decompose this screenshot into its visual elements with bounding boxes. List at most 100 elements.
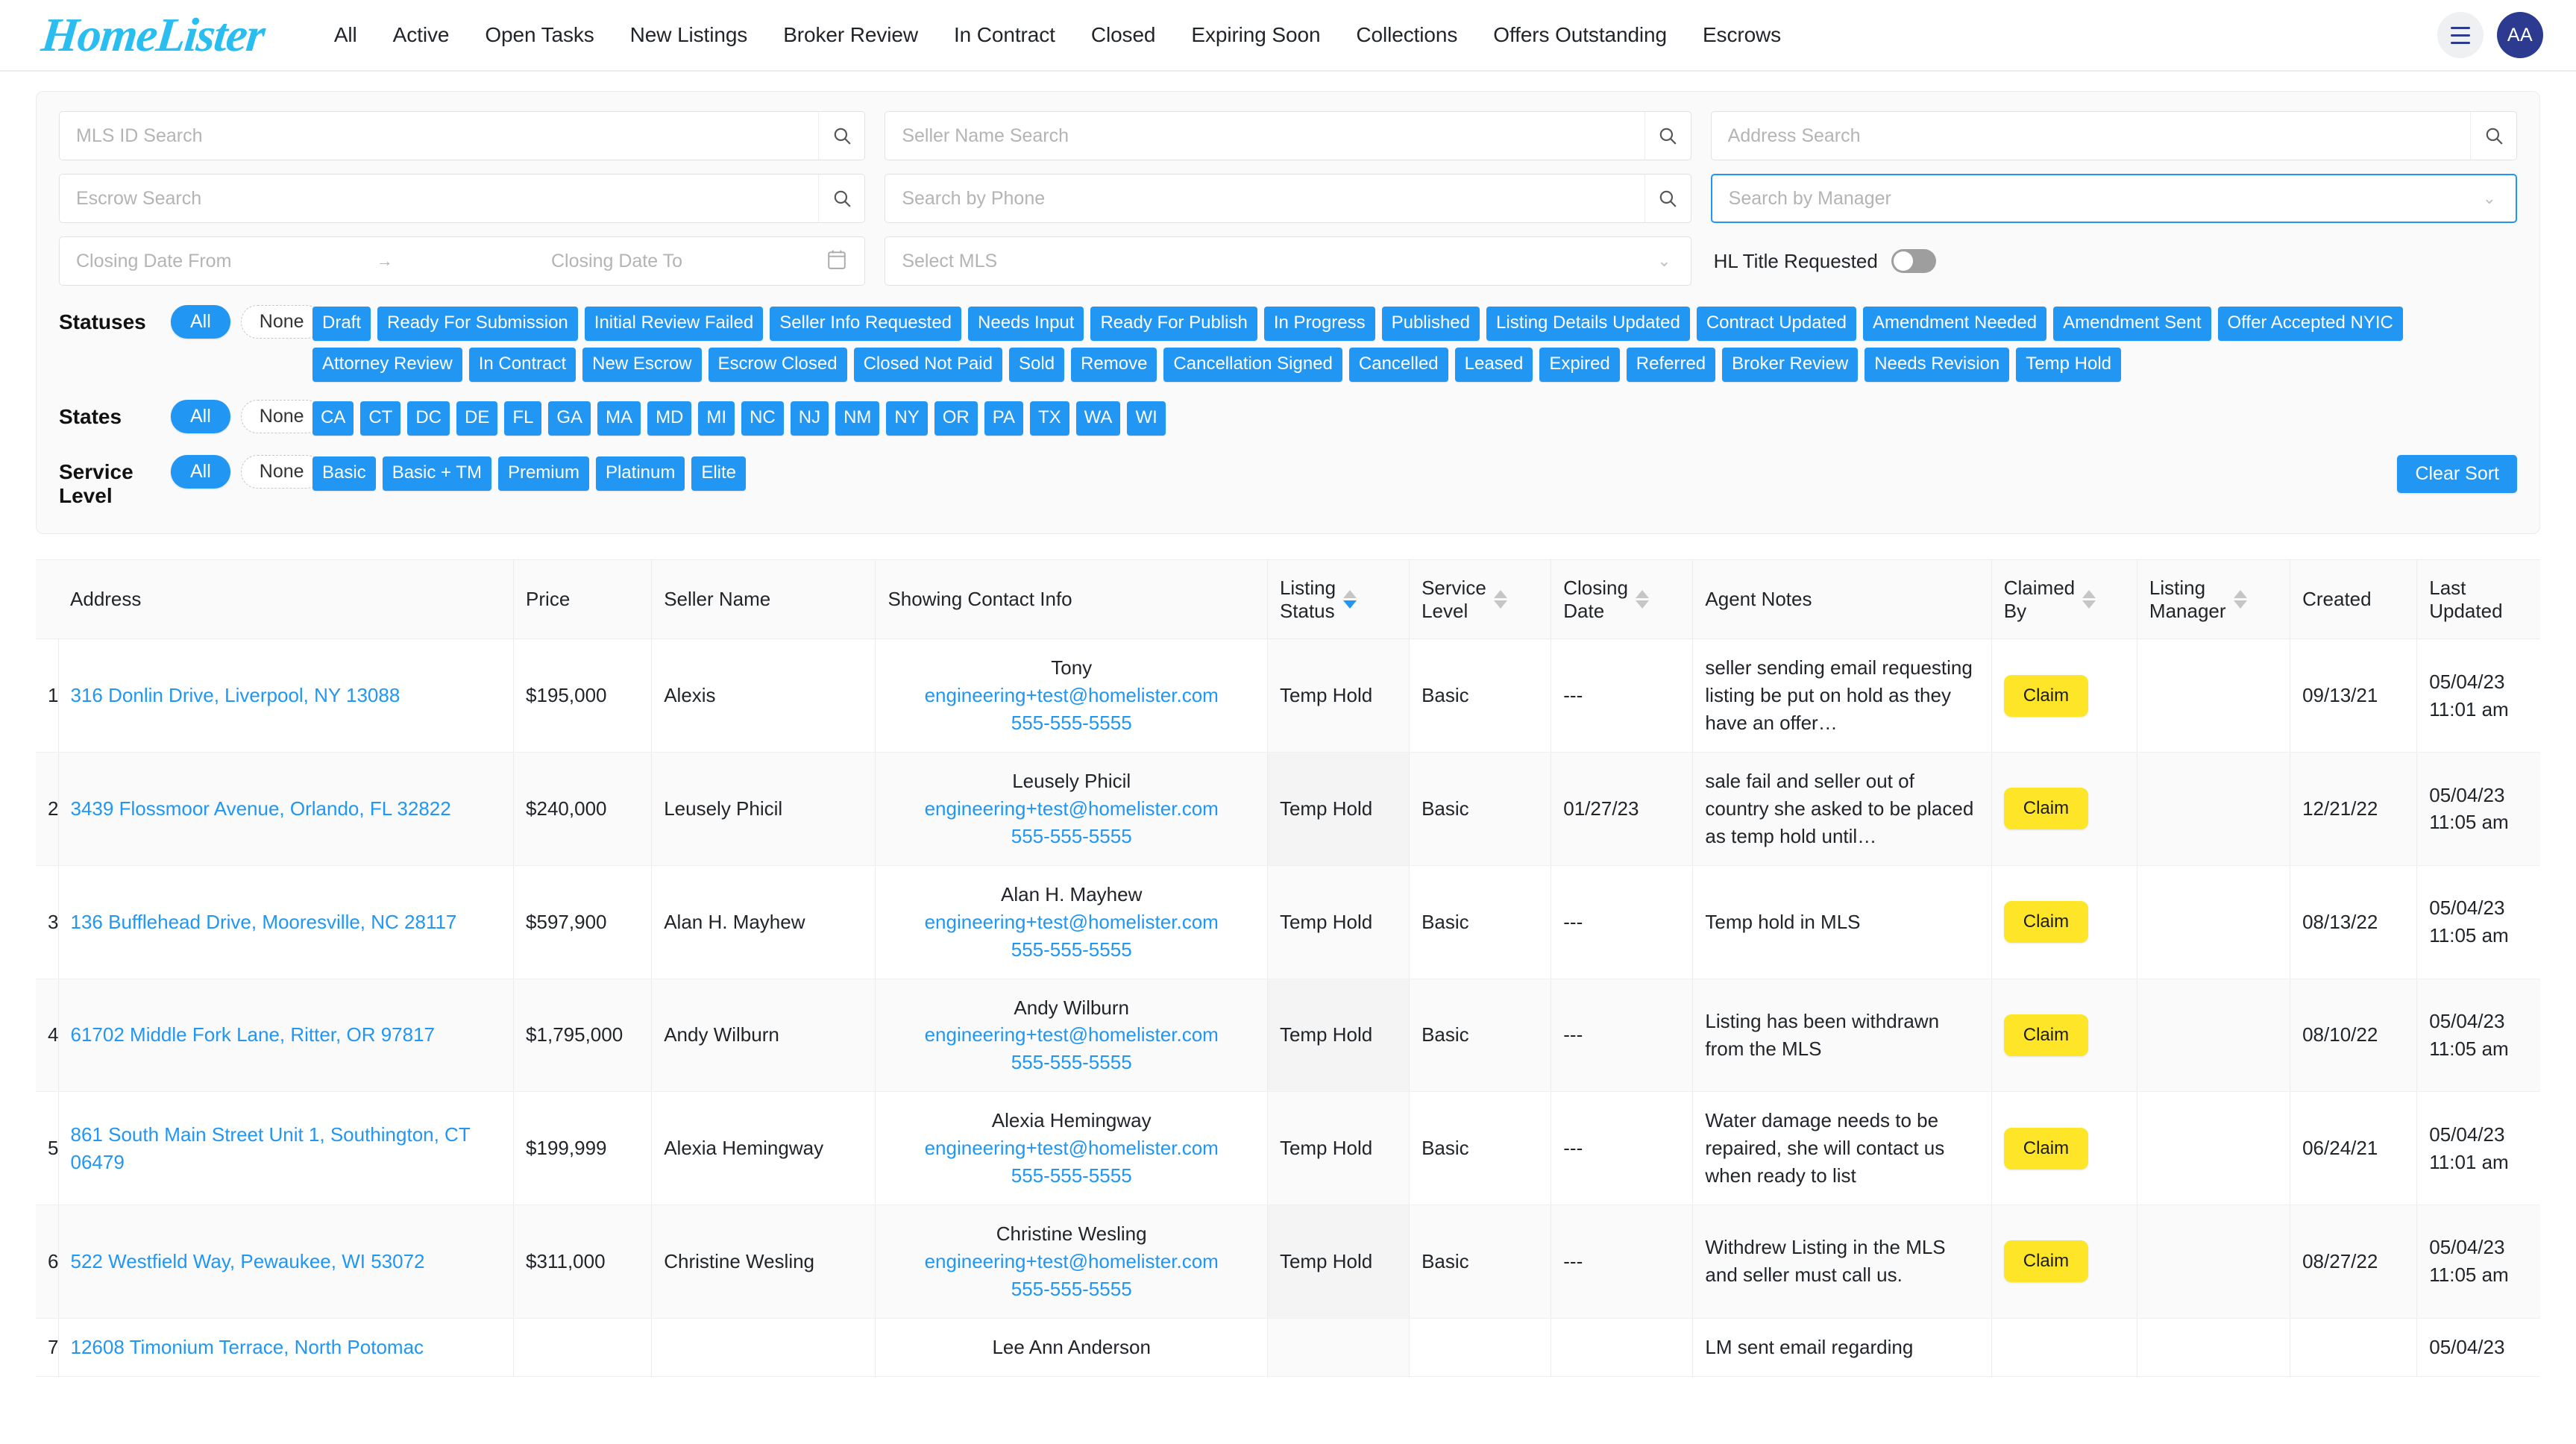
escrow-search[interactable]: Escrow Search	[59, 174, 865, 223]
sort-toggle-listing-status[interactable]	[1343, 590, 1357, 609]
sort-toggle-closing-date[interactable]	[1636, 590, 1649, 609]
status-chip-cancellation-signed[interactable]: Cancellation Signed	[1163, 348, 1342, 382]
address-cell[interactable]: 861 South Main Street Unit 1, Southingto…	[58, 1092, 514, 1205]
table-row[interactable]: 1316 Donlin Drive, Liverpool, NY 13088$1…	[36, 639, 2540, 753]
nav-item-new-listings[interactable]: New Listings	[630, 23, 748, 47]
mls-id-search[interactable]: MLS ID Search	[59, 111, 865, 160]
status-chip-sold[interactable]: Sold	[1009, 348, 1064, 382]
nav-item-offers-outstanding[interactable]: Offers Outstanding	[1493, 23, 1667, 47]
contact-phone-link[interactable]: 555-555-5555	[1011, 712, 1132, 734]
address-cell[interactable]: 136 Bufflehead Drive, Mooresville, NC 28…	[58, 865, 514, 979]
contact-phone-link[interactable]: 555-555-5555	[1011, 1051, 1132, 1073]
sort-ascending-icon[interactable]	[1636, 590, 1649, 598]
contact-email-link[interactable]: engineering+test@homelister.com	[925, 797, 1219, 820]
claim-button[interactable]: Claim	[2004, 1014, 2088, 1056]
address-link[interactable]: 316 Donlin Drive, Liverpool, NY 13088	[71, 684, 400, 706]
search-icon[interactable]	[818, 175, 864, 222]
status-chip-cancelled[interactable]: Cancelled	[1349, 348, 1448, 382]
status-chip-offer-accepted-nyic[interactable]: Offer Accepted NYIC	[2218, 307, 2403, 341]
chevron-down-icon[interactable]: ⌄	[2483, 189, 2496, 208]
nav-item-open-tasks[interactable]: Open Tasks	[485, 23, 594, 47]
column-header-listing-manager[interactable]: ListingManager	[2137, 560, 2290, 639]
statuses-all-button[interactable]: All	[171, 305, 230, 339]
state-chip-ma[interactable]: MA	[597, 401, 641, 436]
claim-button[interactable]: Claim	[2004, 675, 2088, 717]
column-header-closing-date[interactable]: ClosingDate	[1551, 560, 1693, 639]
search-icon[interactable]	[2470, 112, 2516, 160]
state-chip-nc[interactable]: NC	[741, 401, 784, 436]
status-chip-amendment-needed[interactable]: Amendment Needed	[1863, 307, 2046, 341]
calendar-icon[interactable]	[827, 249, 846, 274]
avatar[interactable]: AA	[2497, 12, 2543, 58]
contact-phone-link[interactable]: 555-555-5555	[1011, 938, 1132, 961]
contact-email-link[interactable]: engineering+test@homelister.com	[925, 1023, 1219, 1046]
status-chip-ready-for-submission[interactable]: Ready For Submission	[377, 307, 578, 341]
address-cell[interactable]: 316 Donlin Drive, Liverpool, NY 13088	[58, 639, 514, 753]
sort-toggle-listing-manager[interactable]	[2234, 590, 2247, 609]
sort-toggle-claimed-by[interactable]	[2082, 590, 2096, 609]
table-row[interactable]: 23439 Flossmoor Avenue, Orlando, FL 3282…	[36, 753, 2540, 866]
status-chip-expired[interactable]: Expired	[1539, 348, 1619, 382]
address-link[interactable]: 522 Westfield Way, Pewaukee, WI 53072	[71, 1250, 425, 1272]
state-chip-tx[interactable]: TX	[1030, 401, 1069, 436]
state-chip-or[interactable]: OR	[934, 401, 978, 436]
sort-descending-icon[interactable]	[1636, 600, 1649, 609]
search-icon[interactable]	[1644, 112, 1691, 160]
nav-item-collections[interactable]: Collections	[1356, 23, 1457, 47]
claim-button[interactable]: Claim	[2004, 901, 2088, 943]
nav-item-closed[interactable]: Closed	[1091, 23, 1156, 47]
service-level-none-button[interactable]: None	[241, 455, 323, 489]
sort-descending-icon[interactable]	[2234, 600, 2247, 609]
address-search[interactable]: Address Search	[1711, 111, 2517, 160]
column-header-listing-status[interactable]: ListingStatus	[1267, 560, 1409, 639]
phone-search[interactable]: Search by Phone	[885, 174, 1691, 223]
status-chip-in-progress[interactable]: In Progress	[1264, 307, 1375, 341]
state-chip-pa[interactable]: PA	[984, 401, 1023, 436]
state-chip-de[interactable]: DE	[456, 401, 497, 436]
status-chip-in-contract[interactable]: In Contract	[469, 348, 576, 382]
statuses-none-button[interactable]: None	[241, 305, 323, 339]
status-chip-leased[interactable]: Leased	[1455, 348, 1533, 382]
sort-descending-icon[interactable]	[1494, 600, 1507, 609]
nav-item-active[interactable]: Active	[393, 23, 450, 47]
state-chip-ga[interactable]: GA	[548, 401, 591, 436]
table-row[interactable]: 3136 Bufflehead Drive, Mooresville, NC 2…	[36, 865, 2540, 979]
service-level-all-button[interactable]: All	[171, 455, 230, 489]
sort-descending-icon[interactable]	[1343, 600, 1357, 609]
sort-ascending-icon[interactable]	[2082, 590, 2096, 598]
table-row[interactable]: 5861 South Main Street Unit 1, Southingt…	[36, 1092, 2540, 1205]
address-link[interactable]: 12608 Timonium Terrace, North Potomac	[71, 1336, 424, 1358]
contact-phone-link[interactable]: 555-555-5555	[1011, 825, 1132, 847]
service-chip-platinum[interactable]: Platinum	[596, 456, 685, 491]
closing-date-range[interactable]: Closing Date From → Closing Date To	[59, 236, 865, 286]
state-chip-ca[interactable]: CA	[312, 401, 354, 436]
claim-button[interactable]: Claim	[2004, 1240, 2088, 1282]
status-chip-amendment-sent[interactable]: Amendment Sent	[2053, 307, 2211, 341]
sort-ascending-icon[interactable]	[1343, 590, 1357, 598]
nav-item-broker-review[interactable]: Broker Review	[783, 23, 918, 47]
hamburger-icon[interactable]	[2437, 12, 2484, 58]
status-chip-new-escrow[interactable]: New Escrow	[582, 348, 701, 382]
address-link[interactable]: 861 South Main Street Unit 1, Southingto…	[71, 1123, 471, 1173]
status-chip-needs-revision[interactable]: Needs Revision	[1865, 348, 2009, 382]
sort-toggle-service-level[interactable]	[1494, 590, 1507, 609]
nav-item-in-contract[interactable]: In Contract	[954, 23, 1055, 47]
status-chip-ready-for-publish[interactable]: Ready For Publish	[1090, 307, 1257, 341]
state-chip-nm[interactable]: NM	[835, 401, 879, 436]
table-row[interactable]: 6522 Westfield Way, Pewaukee, WI 53072$3…	[36, 1205, 2540, 1318]
search-icon[interactable]	[1644, 175, 1691, 222]
status-chip-seller-info-requested[interactable]: Seller Info Requested	[770, 307, 961, 341]
table-row[interactable]: 712608 Timonium Terrace, North PotomacLe…	[36, 1318, 2540, 1376]
table-row[interactable]: 461702 Middle Fork Lane, Ritter, OR 9781…	[36, 979, 2540, 1092]
sort-descending-icon[interactable]	[2082, 600, 2096, 609]
sort-ascending-icon[interactable]	[1494, 590, 1507, 598]
service-chip-premium[interactable]: Premium	[498, 456, 589, 491]
address-cell[interactable]: 522 Westfield Way, Pewaukee, WI 53072	[58, 1205, 514, 1318]
state-chip-wi[interactable]: WI	[1127, 401, 1165, 436]
contact-email-link[interactable]: engineering+test@homelister.com	[925, 1250, 1219, 1272]
status-chip-attorney-review[interactable]: Attorney Review	[312, 348, 462, 382]
address-cell[interactable]: 3439 Flossmoor Avenue, Orlando, FL 32822	[58, 753, 514, 866]
states-all-button[interactable]: All	[171, 400, 230, 433]
search-icon[interactable]	[818, 112, 864, 160]
contact-phone-link[interactable]: 555-555-5555	[1011, 1278, 1132, 1300]
